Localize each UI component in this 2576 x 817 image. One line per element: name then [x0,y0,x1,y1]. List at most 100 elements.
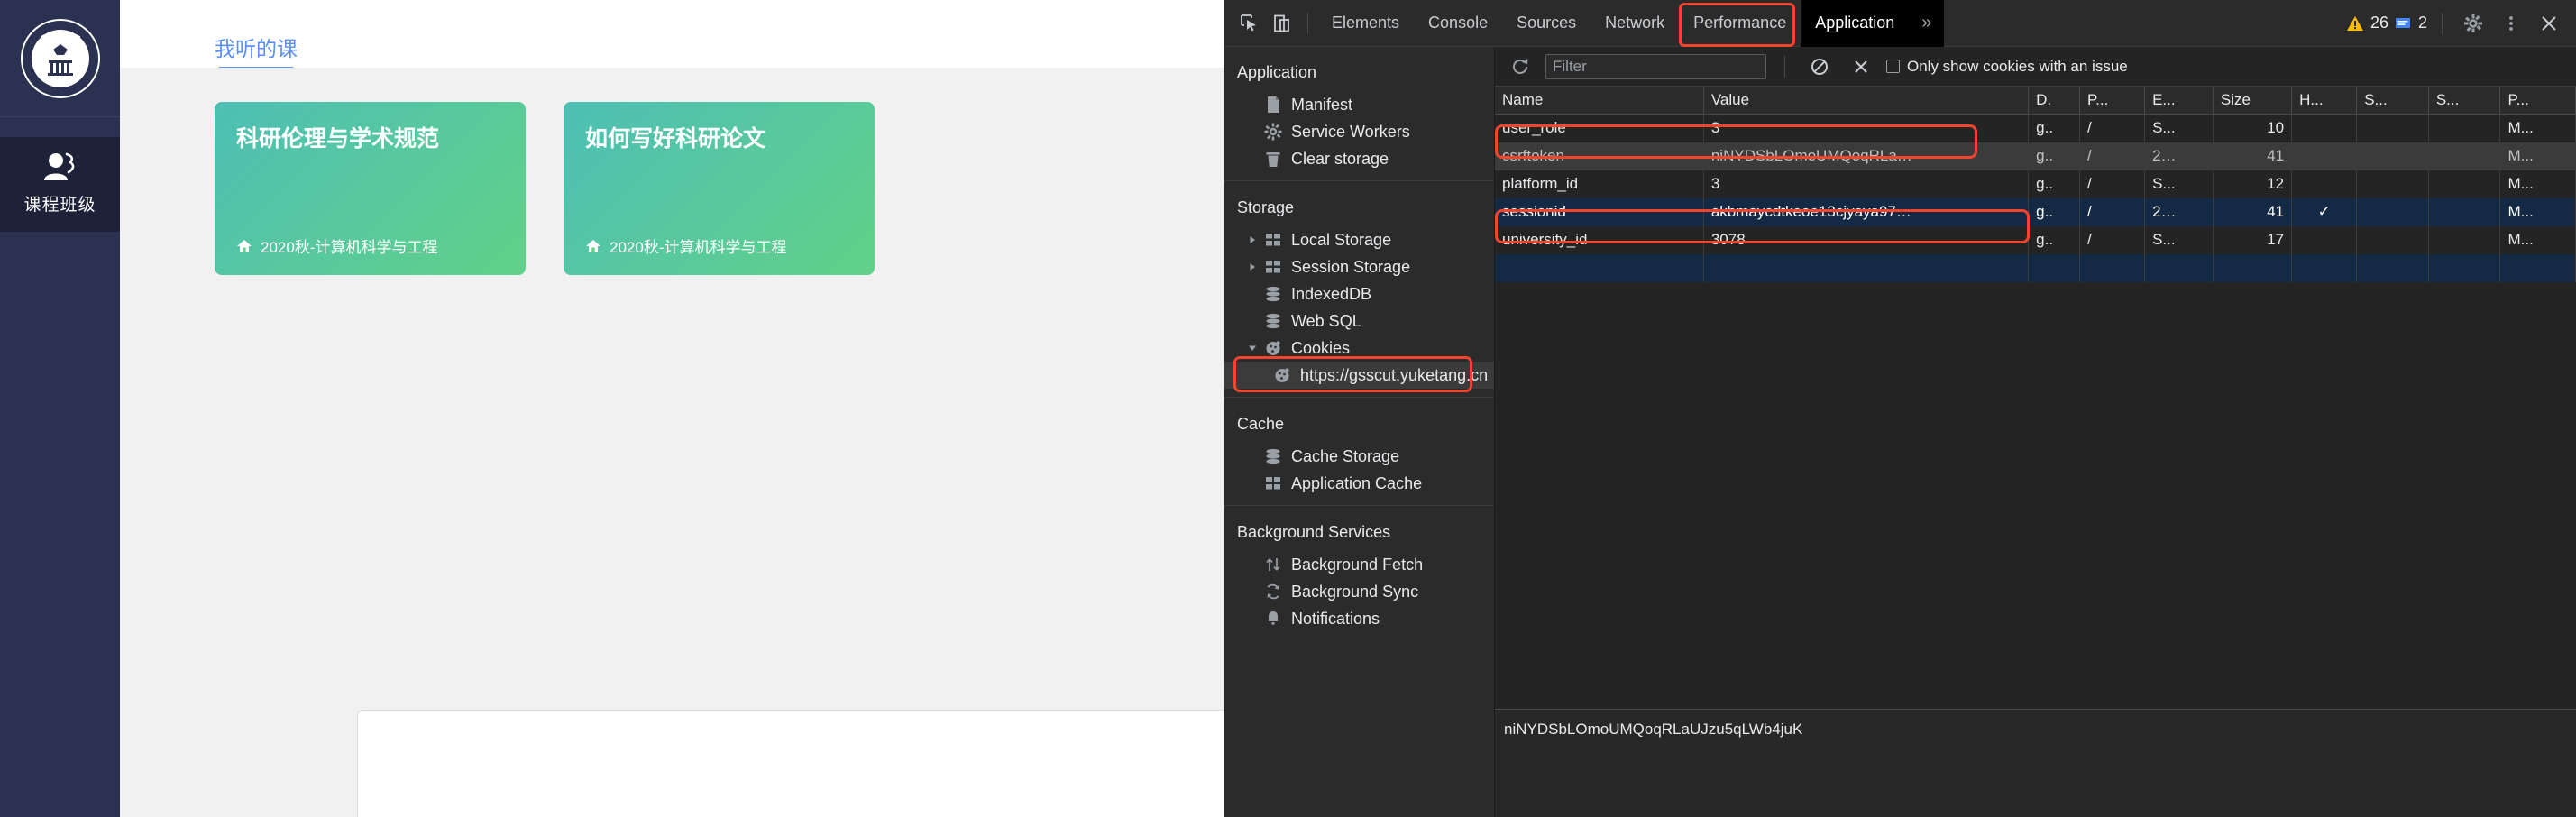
course-card[interactable]: 科研伦理与学术规范 2020秋-计算机科学与工程 [215,102,526,275]
device-toolbar-icon[interactable] [1266,7,1298,40]
database-icon [1266,448,1280,464]
tab-performance[interactable]: Performance [1679,0,1801,47]
table-row[interactable]: platform_id 3 g.. / S... 12 M... [1495,170,2576,198]
document-icon [1268,96,1279,113]
cell-name [1495,253,1704,282]
column-header-priority[interactable]: P... [2499,87,2576,115]
cell-secure [2356,253,2429,282]
bell-icon [1269,611,1278,625]
tab-elements[interactable]: Elements [1317,0,1414,47]
cell-secure [2356,197,2429,226]
column-header-samesite[interactable]: S... [2428,87,2501,115]
screenshot-root: 课程班级 我听的课 科研伦理与学术规范 2020秋-计算机科学与工程 如何写好科… [0,0,2576,817]
filter-input[interactable] [1545,53,1766,79]
column-header-size[interactable]: Size [2213,87,2293,115]
refresh-icon[interactable] [1504,50,1536,83]
course-card-list: 科研伦理与学术规范 2020秋-计算机科学与工程 如何写好科研论文 2020秋-… [215,102,1224,275]
twisty-expanded-icon[interactable] [1248,344,1264,353]
tree-item-cookies[interactable]: Cookies [1224,335,1494,362]
cell-samesite [2428,170,2501,198]
table-header-row: Name Value D. P... E... Size H... S... S… [1495,87,2576,115]
kebab-menu-icon[interactable] [2495,7,2527,40]
devtools-body: Application Manifest Service Workers Cle… [1224,47,2576,817]
home-icon [586,239,600,252]
course-meta-text: 2020秋-计算机科学与工程 [261,239,438,256]
cell-httponly: ✓ [2291,197,2358,226]
tab-network[interactable]: Network [1591,0,1679,47]
cell-value: niNYDSbLOmoUMQoqRLa… [1703,142,2030,170]
cell-name: user_role [1495,114,1704,142]
delete-selected-icon[interactable] [1845,50,1877,83]
content-panel [357,710,1224,817]
only-show-issues-checkbox[interactable]: Only show cookies with an issue [1886,58,2128,76]
table-row-blank[interactable] [1495,253,2576,282]
cell-httponly [2291,253,2358,282]
column-header-domain[interactable]: D. [2028,87,2081,115]
tree-item-manifest[interactable]: Manifest [1224,91,1494,118]
tree-item-indexeddb[interactable]: IndexedDB [1224,280,1494,308]
tree-item-application-cache[interactable]: Application Cache [1224,470,1494,497]
toolbar-divider [1307,12,1308,34]
tree-item-clear-storage[interactable]: Clear storage [1224,145,1494,172]
cell-size [2213,253,2293,282]
column-header-secure[interactable]: S... [2356,87,2429,115]
table-row[interactable]: csrftoken niNYDSbLOmoUMQoqRLa… g.. / 2… … [1495,142,2576,170]
cell-path: / [2079,197,2146,226]
tab-console[interactable]: Console [1414,0,1502,47]
cell-value: 3 [1703,114,2030,142]
tree-item-cache-storage[interactable]: Cache Storage [1224,443,1494,470]
warnings-badge[interactable]: 26 [2346,14,2388,32]
tree-item-label: Service Workers [1291,122,1410,141]
cell-size: 12 [2213,170,2293,198]
cell-value: akbmaycdtkeoe13cjyaya97… [1703,197,2030,226]
close-icon[interactable] [2533,7,2565,40]
cell-expires: S... [2144,225,2214,254]
gear-icon[interactable] [2457,7,2489,40]
tab-my-courses[interactable]: 我听的课 [215,32,298,71]
twisty-collapsed-icon[interactable] [1248,235,1264,244]
tree-item-background-sync[interactable]: Background Sync [1224,578,1494,605]
column-header-httponly[interactable]: H... [2291,87,2358,115]
tab-sources[interactable]: Sources [1502,0,1591,47]
column-header-name[interactable]: Name [1495,87,1704,115]
tree-item-service-workers[interactable]: Service Workers [1224,118,1494,145]
tree-item-label: IndexedDB [1291,284,1372,303]
tree-item-notifications[interactable]: Notifications [1224,605,1494,632]
page-body: 科研伦理与学术规范 2020秋-计算机科学与工程 如何写好科研论文 2020秋-… [120,68,1224,817]
cell-httponly [2291,142,2358,170]
column-header-path[interactable]: P... [2079,87,2146,115]
only-show-issues-label: Only show cookies with an issue [1907,57,2128,75]
tab-application[interactable]: Application [1801,0,1910,47]
tree-item-background-fetch[interactable]: Background Fetch [1224,551,1494,578]
cell-value: 3078 [1703,225,2030,254]
cell-domain: g.. [2028,225,2081,254]
tree-item-session-storage[interactable]: Session Storage [1224,253,1494,280]
cell-value: 3 [1703,170,2030,198]
table-row[interactable]: sessionid akbmaycdtkeoe13cjyaya97… g.. /… [1495,197,2576,226]
table-row[interactable]: university_id 3078 g.. / S... 17 M... [1495,225,2576,254]
column-header-value[interactable]: Value [1703,87,2030,115]
cell-samesite [2428,114,2501,142]
devtools-toolbar-right: 26 2 [2346,7,2565,40]
tree-item-local-storage[interactable]: Local Storage [1224,226,1494,253]
tree-item-web-sql[interactable]: Web SQL [1224,308,1494,335]
table-icon [1266,261,1280,273]
inspect-element-icon[interactable] [1233,7,1266,40]
section-title-application: Application [1237,63,1317,81]
message-count: 2 [2417,14,2427,32]
page-main: 我听的课 科研伦理与学术规范 2020秋-计算机科学与工程 如何写好科研论文 2… [120,0,1224,817]
column-header-expires[interactable]: E... [2144,87,2214,115]
cookie-icon [1275,368,1289,382]
messages-badge[interactable]: 2 [2394,14,2427,32]
course-card[interactable]: 如何写好科研论文 2020秋-计算机科学与工程 [564,102,875,275]
page-header: 我听的课 [120,0,1224,71]
table-row[interactable]: user_role 3 g.. / S... 10 M... [1495,114,2576,142]
twisty-collapsed-icon[interactable] [1248,262,1264,271]
cell-domain: g.. [2028,142,2081,170]
cell-domain: g.. [2028,114,2081,142]
cell-value [1703,253,2030,282]
tree-item-cookie-domain[interactable]: https://gsscut.yuketang.cn [1224,362,1494,389]
clear-all-cookies-icon[interactable] [1803,50,1836,83]
sidebar-item-course-class[interactable]: 课程班级 [0,137,120,232]
more-tabs-button[interactable]: » [1909,0,1945,47]
